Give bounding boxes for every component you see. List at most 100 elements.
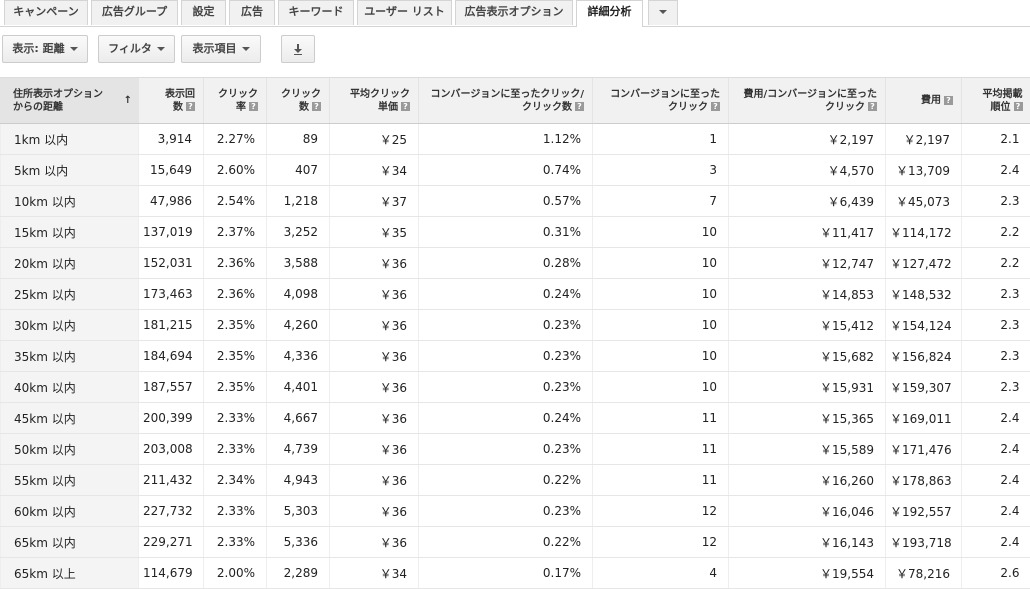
chevron-down-icon (70, 47, 78, 51)
help-icon[interactable]: ? (868, 102, 877, 111)
cell-distance: 10km 以内 (1, 186, 139, 217)
cell-avg-position: 2.4 (962, 465, 1030, 496)
cell-cost-per-conv: ￥16,046 (729, 496, 886, 527)
help-icon[interactable]: ? (575, 102, 584, 111)
help-icon[interactable]: ? (944, 96, 953, 105)
column-header-impressions[interactable]: 表示回 数? (139, 78, 204, 124)
cell-avg-cpc: ￥34 (330, 155, 419, 186)
download-button[interactable] (281, 35, 315, 63)
column-header-clicks[interactable]: クリック 数? (267, 78, 330, 124)
chevron-down-icon (242, 47, 250, 51)
more-tabs-button[interactable] (648, 0, 678, 25)
cell-avg-position: 2.1 (962, 124, 1030, 155)
cell-cost: ￥154,124 (886, 310, 962, 341)
cell-distance: 20km 以内 (1, 248, 139, 279)
table-row: 45km 以内200,3992.33%4,667￥360.24%11￥15,36… (1, 403, 1030, 434)
cell-clicks: 4,336 (267, 341, 330, 372)
cell-ctr: 2.35% (204, 310, 267, 341)
cell-ctr: 2.33% (204, 434, 267, 465)
cell-avg-position: 2.4 (962, 496, 1030, 527)
cell-clicks: 4,739 (267, 434, 330, 465)
cell-converted-clicks: 3 (593, 155, 729, 186)
help-icon[interactable]: ? (711, 102, 720, 111)
table-row: 5km 以内15,6492.60%407￥340.74%3￥4,570￥13,7… (1, 155, 1030, 186)
help-icon[interactable]: ? (401, 102, 410, 111)
cell-impressions: 200,399 (139, 403, 204, 434)
cell-impressions: 229,271 (139, 527, 204, 558)
cell-avg-position: 2.3 (962, 310, 1030, 341)
cell-avg-cpc: ￥36 (330, 496, 419, 527)
cell-cost-per-conv: ￥16,143 (729, 527, 886, 558)
column-header-conv-rate[interactable]: コンバージョンに至ったクリック/ クリック数? (419, 78, 593, 124)
cell-avg-position: 2.2 (962, 248, 1030, 279)
cell-avg-cpc: ￥34 (330, 558, 419, 589)
column-header-ctr[interactable]: クリック 率? (204, 78, 267, 124)
cell-cost-per-conv: ￥14,853 (729, 279, 886, 310)
cell-distance: 30km 以内 (1, 310, 139, 341)
cell-distance: 35km 以内 (1, 341, 139, 372)
column-header-cost-per-conv[interactable]: 費用/コンバージョンに至った クリック? (729, 78, 886, 124)
help-icon[interactable]: ? (249, 102, 258, 111)
cell-cost: ￥171,476 (886, 434, 962, 465)
tab-ad-extensions[interactable]: 広告表示オプション (455, 0, 573, 25)
cell-impressions: 15,649 (139, 155, 204, 186)
cell-distance: 1km 以内 (1, 124, 139, 155)
cell-impressions: 114,679 (139, 558, 204, 589)
cell-ctr: 2.34% (204, 465, 267, 496)
cell-converted-clicks: 12 (593, 496, 729, 527)
help-icon[interactable]: ? (186, 102, 195, 111)
tab-ads[interactable]: 広告 (229, 0, 275, 25)
columns-dropdown-label: 表示項目 (193, 42, 237, 55)
cell-clicks: 4,667 (267, 403, 330, 434)
column-header-avg-cpc[interactable]: 平均クリック 単価? (330, 78, 419, 124)
column-header-avg-position[interactable]: 平均掲載 順位? (962, 78, 1030, 124)
tab-campaigns[interactable]: キャンペーン (4, 0, 88, 25)
cell-ctr: 2.33% (204, 403, 267, 434)
tab-ad-groups[interactable]: 広告グループ (91, 0, 178, 25)
cell-impressions: 184,694 (139, 341, 204, 372)
cell-impressions: 203,008 (139, 434, 204, 465)
cell-cost: ￥13,709 (886, 155, 962, 186)
help-icon[interactable]: ? (312, 102, 321, 111)
cell-avg-cpc: ￥25 (330, 124, 419, 155)
cell-conv-rate: 1.12% (419, 124, 593, 155)
help-icon[interactable]: ? (1014, 102, 1023, 111)
table-row: 60km 以内227,7322.33%5,303￥360.23%12￥16,04… (1, 496, 1030, 527)
cell-cost: ￥114,172 (886, 217, 962, 248)
columns-dropdown-button[interactable]: 表示項目 (181, 35, 261, 63)
tab-settings[interactable]: 設定 (181, 0, 226, 25)
cell-conv-rate: 0.74% (419, 155, 593, 186)
cell-ctr: 2.37% (204, 217, 267, 248)
cell-cost-per-conv: ￥15,412 (729, 310, 886, 341)
column-header-converted-clicks[interactable]: コンバージョンに至った クリック? (593, 78, 729, 124)
cell-converted-clicks: 4 (593, 558, 729, 589)
cell-cost-per-conv: ￥19,554 (729, 558, 886, 589)
column-header-cost[interactable]: 費用? (886, 78, 962, 124)
tab-keywords[interactable]: キーワード (278, 0, 354, 25)
cell-ctr: 2.35% (204, 341, 267, 372)
table-row: 25km 以内173,4632.36%4,098￥360.24%10￥14,85… (1, 279, 1030, 310)
cell-cost-per-conv: ￥15,589 (729, 434, 886, 465)
cell-distance: 25km 以内 (1, 279, 139, 310)
cell-impressions: 187,557 (139, 372, 204, 403)
cell-clicks: 3,588 (267, 248, 330, 279)
cell-avg-cpc: ￥36 (330, 465, 419, 496)
cell-ctr: 2.33% (204, 496, 267, 527)
filter-dropdown-button[interactable]: フィルタ (98, 35, 175, 63)
cell-avg-cpc: ￥36 (330, 310, 419, 341)
cell-cost: ￥127,472 (886, 248, 962, 279)
tab-dimensions[interactable]: 詳細分析 (576, 0, 643, 27)
cell-cost-per-conv: ￥15,682 (729, 341, 886, 372)
view-dropdown-button[interactable]: 表示: 距離 (2, 35, 88, 63)
view-dropdown-label: 表示: 距離 (12, 42, 64, 55)
tab-user-lists[interactable]: ユーザー リスト (357, 0, 452, 25)
table-row: 10km 以内47,9862.54%1,218￥370.57%7￥6,439￥4… (1, 186, 1030, 217)
column-header-distance[interactable]: 住所表示オプション からの距離 ↑ (1, 78, 139, 124)
cell-avg-position: 2.4 (962, 434, 1030, 465)
cell-converted-clicks: 11 (593, 403, 729, 434)
cell-converted-clicks: 10 (593, 279, 729, 310)
table-row: 1km 以内3,9142.27%89￥251.12%1￥2,197￥2,1972… (1, 124, 1030, 155)
cell-avg-cpc: ￥36 (330, 434, 419, 465)
cell-avg-position: 2.6 (962, 558, 1030, 589)
cell-cost-per-conv: ￥12,747 (729, 248, 886, 279)
